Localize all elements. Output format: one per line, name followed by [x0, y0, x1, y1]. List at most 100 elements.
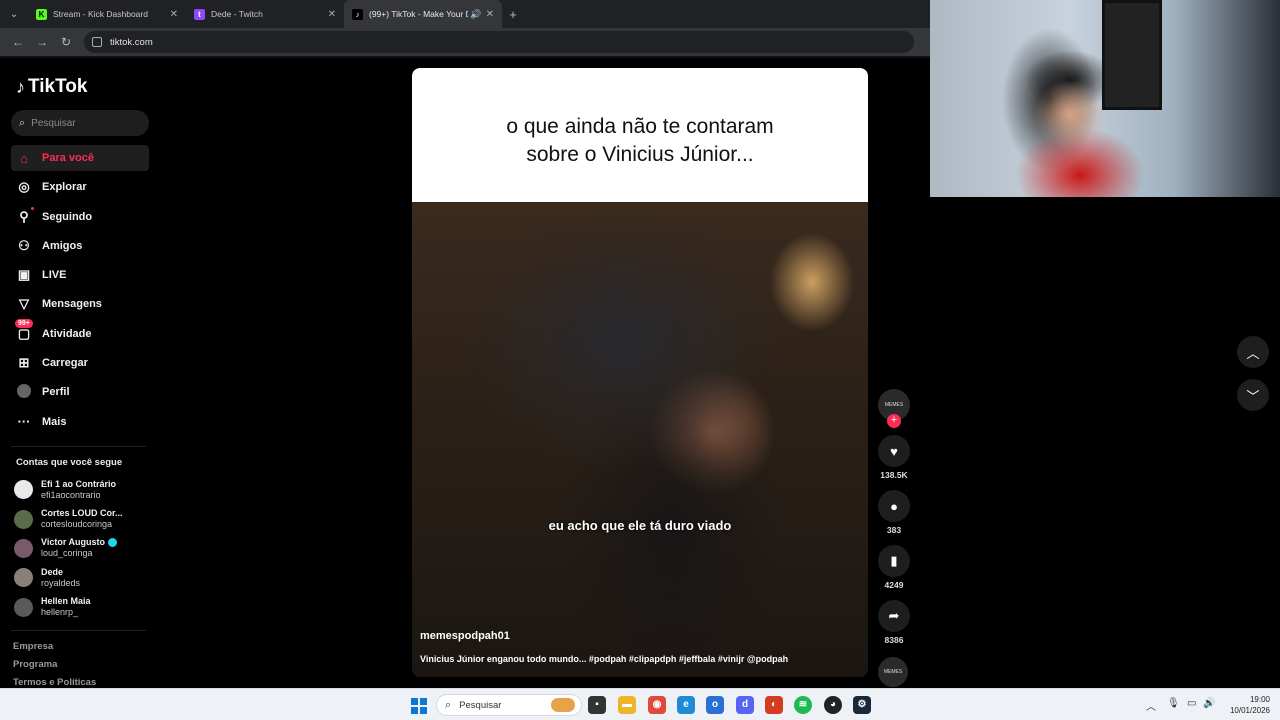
microphone-icon[interactable]: 🎙 — [1167, 698, 1180, 709]
volume-icon[interactable]: 🔊 — [1203, 698, 1215, 709]
network-icon[interactable]: ▭ — [1187, 698, 1196, 709]
avatar — [14, 568, 33, 588]
tray-chevron-icon[interactable]: ︿ — [1146, 698, 1156, 713]
search-highlight-icon — [551, 698, 575, 712]
comment-icon: ● — [890, 498, 898, 514]
file-explorer-icon[interactable]: ▬ — [618, 696, 636, 714]
comment-count: 383 — [886, 525, 902, 535]
reload-icon[interactable]: ↻ — [54, 35, 78, 49]
following-item[interactable]: Hellen Maia hellenrp_ — [14, 593, 154, 622]
address-bar: ← → ↻ tiktok.com — [0, 28, 930, 56]
nav-mais[interactable]: ··· Mais — [11, 409, 149, 435]
nav-carregar[interactable]: ⊞ Carregar — [11, 350, 149, 376]
following-list: Efi 1 ao Contrário efi1aocontrario Cortes… — [14, 475, 154, 622]
live-icon: ▣ — [17, 267, 31, 283]
new-tab-button[interactable]: + — [502, 7, 524, 22]
task-view-icon[interactable]: ▪ — [588, 696, 606, 714]
chevron-up-icon: ︿ — [1246, 345, 1260, 361]
bookmark-icon: ▮ — [890, 553, 898, 568]
nav-label: Mensagens — [42, 298, 102, 311]
like-button[interactable]: ♥ — [878, 435, 910, 467]
nav-seguindo[interactable]: ⚲ Seguindo — [11, 204, 149, 230]
footer-link[interactable]: Programa — [13, 659, 96, 677]
nav-para-voce[interactable]: ⌂ Para você — [11, 145, 149, 171]
following-item[interactable]: Dede royaldeds — [14, 563, 154, 592]
following-name: Cortes LOUD Cor... — [41, 508, 123, 519]
following-item[interactable]: Cortes LOUD Cor... cortesloudcoringa — [14, 504, 154, 533]
tab-tiktok[interactable]: ♪ (99+) TikTok - Make Your Day 🔊 ✕ — [344, 0, 502, 28]
nav-label: Amigos — [42, 239, 83, 252]
taskbar-search-placeholder: Pesquisar — [459, 699, 502, 711]
share-button[interactable]: ➦ — [878, 600, 910, 632]
following-item[interactable]: Efi 1 ao Contrário efi1aocontrario — [14, 475, 154, 504]
twitch-icon: t — [194, 8, 205, 20]
tab-kick[interactable]: K Stream - Kick Dashboard ✕ — [28, 0, 186, 28]
close-icon[interactable]: ✕ — [486, 9, 494, 20]
upload-icon: ⊞ — [18, 355, 30, 371]
notification-dot — [31, 206, 34, 210]
nav-mensagens[interactable]: ▽ Mensagens — [11, 291, 149, 317]
music-disc[interactable]: MEMES — [878, 657, 908, 687]
close-icon[interactable]: ✕ — [328, 9, 336, 20]
tiktok-logo[interactable]: ♪ TikTok — [16, 76, 87, 98]
sidebar: ♪ TikTok ⌕ ⌂ Para você ◎ Explorar ⚲ Segu… — [0, 58, 160, 688]
nav-perfil[interactable]: Perfil — [11, 379, 149, 405]
video-player[interactable]: o que ainda não te contaram sobre o Vini… — [412, 68, 868, 677]
obs-icon[interactable]: ◕ — [824, 696, 842, 714]
taskbar-search[interactable]: ⌕ Pesquisar — [436, 694, 582, 716]
taskbar-clock[interactable]: 19:00 10/01/2026 — [1222, 694, 1270, 716]
video-author[interactable]: memespodpah01 — [420, 630, 510, 642]
nav-label: Perfil — [42, 386, 70, 399]
video-subtitle: eu acho que ele tá duro viado — [548, 518, 732, 533]
following-handle: royaldeds — [41, 577, 81, 588]
app-icon[interactable]: ◐ — [765, 696, 783, 714]
forward-icon[interactable]: → — [30, 35, 54, 49]
nav-amigos[interactable]: ⚇ Amigos — [11, 233, 149, 259]
creator-avatar[interactable]: MEMES + — [878, 389, 910, 428]
footer-link[interactable]: Empresa — [13, 641, 96, 659]
next-video-button[interactable]: ﹀ — [1237, 379, 1269, 411]
verified-icon — [108, 538, 118, 548]
save-button[interactable]: ▮ — [878, 545, 910, 577]
tab-title: (99+) TikTok - Make Your Day — [369, 9, 468, 19]
speaker-icon[interactable]: 🔊 — [470, 9, 481, 20]
windows-start-icon[interactable] — [411, 698, 427, 714]
follow-plus-icon[interactable]: + — [887, 414, 901, 428]
search-input[interactable] — [31, 117, 132, 129]
comment-button[interactable]: ● — [878, 490, 910, 522]
following-item[interactable]: Victor Augusto loud_coringa — [14, 534, 154, 563]
search-box[interactable]: ⌕ — [11, 110, 149, 136]
share-icon: ➦ — [888, 608, 900, 623]
windows-taskbar: ⌕ Pesquisar ▪ ▬ ◉ e o d ◐ ≋ ◕ ⚙ ︿ 🎙 ▭ 🔊 … — [0, 688, 1280, 720]
close-icon[interactable]: ✕ — [170, 9, 178, 20]
nav-label: Explorar — [42, 181, 87, 194]
message-icon: ▽ — [19, 296, 29, 312]
back-icon[interactable]: ← — [6, 35, 30, 49]
url-field[interactable]: tiktok.com — [84, 31, 914, 53]
site-info-icon[interactable] — [92, 37, 102, 47]
edge-icon[interactable]: e — [677, 696, 695, 714]
steam-icon[interactable]: ⚙ — [853, 696, 871, 714]
save-count: 4249 — [884, 580, 904, 590]
chrome-icon[interactable]: ◉ — [648, 696, 666, 714]
discord-icon[interactable]: d — [736, 696, 754, 714]
tab-search-button[interactable]: ⌄ — [0, 0, 28, 28]
nav-atividade[interactable]: ▢ 99+ Atividade — [11, 318, 149, 347]
following-name: Hellen Maia — [41, 596, 91, 607]
tiktok-note-icon: ♪ — [16, 76, 25, 97]
avatar — [14, 597, 33, 617]
outlook-icon[interactable]: o — [706, 696, 724, 714]
video-title-line: o que ainda não te contaram — [506, 115, 774, 138]
nav-live[interactable]: ▣ LIVE — [11, 262, 149, 288]
sidebar-divider — [11, 630, 146, 631]
avatar — [14, 538, 33, 558]
video-title-line: sobre o Vinicius Júnior... — [526, 143, 754, 166]
following-handle: efi1aocontrario — [41, 489, 101, 500]
main-nav: ⌂ Para você ◎ Explorar ⚲ Seguindo ⚇ Amig… — [11, 145, 149, 438]
previous-video-button[interactable]: ︿ — [1237, 336, 1269, 368]
spotify-icon[interactable]: ≋ — [794, 696, 812, 714]
search-icon: ⌕ — [445, 698, 452, 711]
nav-explorar[interactable]: ◎ Explorar — [11, 174, 149, 200]
webcam-overlay — [930, 0, 1280, 197]
tab-twitch[interactable]: t Dede - Twitch ✕ — [186, 0, 344, 28]
